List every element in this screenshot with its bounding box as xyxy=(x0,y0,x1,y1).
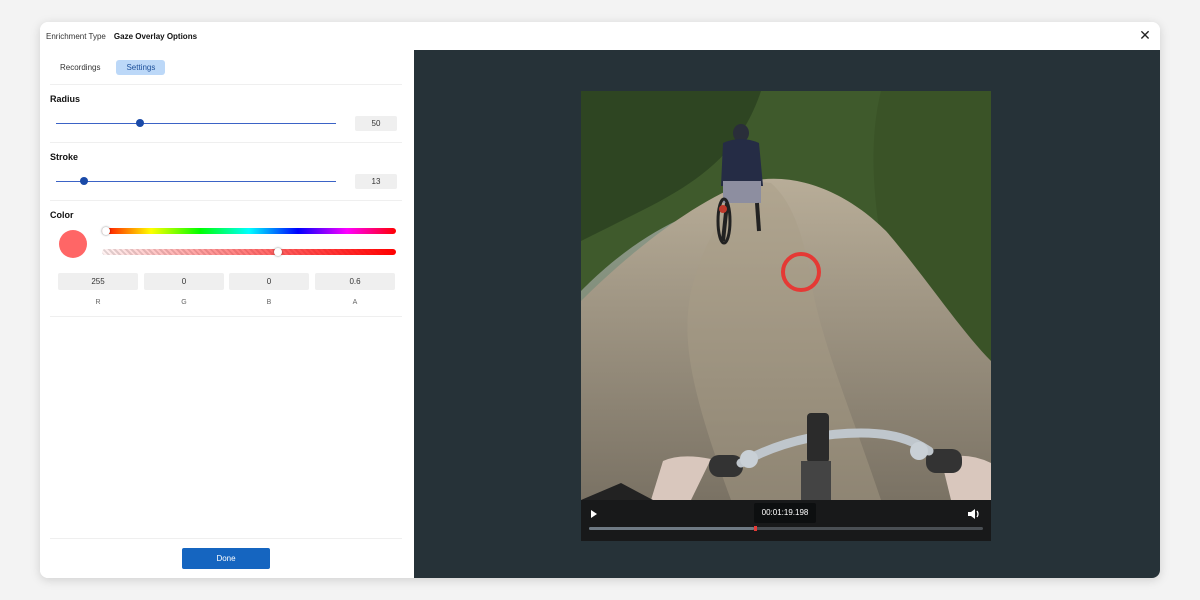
red-input[interactable]: 255 xyxy=(58,273,138,290)
video-player[interactable]: 00:01:19.198 xyxy=(581,91,991,541)
alpha-label: A xyxy=(352,299,358,306)
red-label: R xyxy=(95,299,101,306)
progress-head[interactable] xyxy=(754,526,758,531)
hue-slider[interactable] xyxy=(102,228,396,234)
play-icon[interactable] xyxy=(591,510,597,518)
player-controls: 00:01:19.198 xyxy=(581,500,991,541)
blue-label: B xyxy=(266,299,272,306)
stroke-title: Stroke xyxy=(50,152,79,162)
green-label: G xyxy=(181,299,187,306)
volume-icon[interactable] xyxy=(967,508,981,520)
radius-slider-track[interactable] xyxy=(56,123,336,124)
color-swatch xyxy=(59,230,87,258)
panel-tabs: Recordings Settings xyxy=(50,60,166,75)
dialog-header: Enrichment Type Gaze Overlay Options ✕ xyxy=(40,22,1160,51)
divider xyxy=(50,142,402,143)
timestamp: 00:01:19.198 xyxy=(754,503,816,523)
done-button[interactable]: Done xyxy=(182,548,270,569)
stroke-slider-thumb[interactable] xyxy=(80,177,88,185)
video-area: 00:01:19.198 xyxy=(414,50,1160,578)
settings-panel: Recordings Settings Radius 50 Stroke 13 … xyxy=(40,50,414,578)
progress-bar[interactable] xyxy=(589,526,983,531)
color-title: Color xyxy=(50,210,74,220)
radius-input[interactable]: 50 xyxy=(355,116,397,131)
enrichment-type-label: Enrichment Type xyxy=(46,31,106,41)
alpha-slider-thumb[interactable] xyxy=(273,248,282,256)
progress-fill xyxy=(589,527,755,530)
enrichment-type-value: Gaze Overlay Options xyxy=(113,31,198,41)
stroke-slider-track[interactable] xyxy=(56,181,336,182)
alpha-slider[interactable] xyxy=(102,249,396,255)
tab-settings[interactable]: Settings xyxy=(116,60,166,75)
video-frame xyxy=(581,91,991,501)
gaze-overlay-dialog: Enrichment Type Gaze Overlay Options ✕ R… xyxy=(40,22,1160,578)
hue-slider-thumb[interactable] xyxy=(102,227,110,235)
close-icon[interactable]: ✕ xyxy=(1138,28,1152,42)
green-input[interactable]: 0 xyxy=(144,273,224,290)
divider xyxy=(50,200,402,201)
radius-slider-thumb[interactable] xyxy=(136,119,144,127)
divider xyxy=(50,84,402,85)
tab-recordings[interactable]: Recordings xyxy=(50,60,110,75)
divider xyxy=(50,538,402,539)
blue-input[interactable]: 0 xyxy=(229,273,309,290)
alpha-input[interactable]: 0.6 xyxy=(315,273,395,290)
divider xyxy=(50,316,402,317)
stroke-input[interactable]: 13 xyxy=(355,174,397,189)
radius-title: Radius xyxy=(50,94,81,104)
